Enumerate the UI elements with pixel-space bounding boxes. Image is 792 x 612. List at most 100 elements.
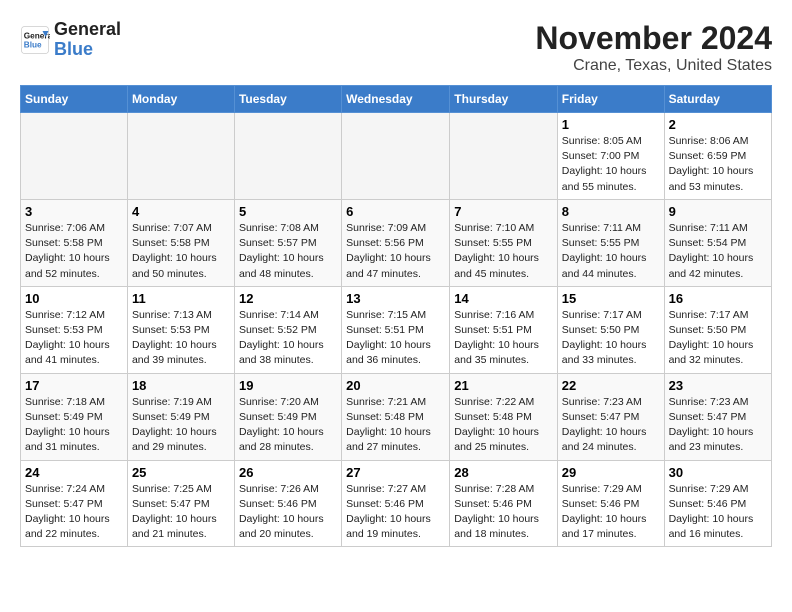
weekday-header: Monday [127, 86, 234, 113]
day-info: Sunrise: 7:20 AM Sunset: 5:49 PM Dayligh… [239, 395, 337, 456]
calendar-cell: 27Sunrise: 7:27 AM Sunset: 5:46 PM Dayli… [342, 460, 450, 547]
day-number: 16 [669, 291, 767, 306]
day-info: Sunrise: 7:25 AM Sunset: 5:47 PM Dayligh… [132, 482, 230, 543]
calendar-week-row: 10 Sunrise: 7:12 AM Sunset: 5:53 PM Dayli… [21, 286, 772, 373]
calendar-cell [234, 113, 341, 200]
day-number: 5 [239, 204, 337, 219]
calendar-cell: 18 Sunrise: 7:19 AM Sunset: 5:49 PM Dayli… [127, 373, 234, 460]
logo: General Blue General Blue [20, 20, 121, 60]
calendar-cell: 24Sunrise: 7:24 AM Sunset: 5:47 PM Dayli… [21, 460, 128, 547]
day-number: 10 [25, 291, 123, 306]
day-info: Sunrise: 7:12 AM Sunset: 5:53 PM Dayligh… [25, 308, 123, 369]
calendar-cell: 21Sunrise: 7:22 AM Sunset: 5:48 PM Dayli… [450, 373, 558, 460]
calendar-cell: 17 Sunrise: 7:18 AM Sunset: 5:49 PM Dayli… [21, 373, 128, 460]
weekday-header: Sunday [21, 86, 128, 113]
weekday-header: Thursday [450, 86, 558, 113]
day-info: Sunrise: 7:14 AM Sunset: 5:52 PM Dayligh… [239, 308, 337, 369]
location: Crane, Texas, United States [535, 57, 772, 75]
calendar-cell [21, 113, 128, 200]
calendar-cell: 22 Sunrise: 7:23 AM Sunset: 5:47 PM Dayli… [557, 373, 664, 460]
calendar-cell: 25 Sunrise: 7:25 AM Sunset: 5:47 PM Dayli… [127, 460, 234, 547]
calendar-week-row: 24Sunrise: 7:24 AM Sunset: 5:47 PM Dayli… [21, 460, 772, 547]
calendar-cell [127, 113, 234, 200]
day-number: 17 [25, 378, 123, 393]
day-number: 6 [346, 204, 445, 219]
day-info: Sunrise: 7:08 AM Sunset: 5:57 PM Dayligh… [239, 221, 337, 282]
weekday-header: Saturday [664, 86, 771, 113]
day-number: 11 [132, 291, 230, 306]
day-info: Sunrise: 7:15 AM Sunset: 5:51 PM Dayligh… [346, 308, 445, 369]
day-number: 2 [669, 117, 767, 132]
calendar-cell: 3Sunrise: 7:06 AM Sunset: 5:58 PM Daylig… [21, 199, 128, 286]
page-header: General Blue General Blue November 2024 … [20, 20, 772, 75]
calendar-cell: 14Sunrise: 7:16 AM Sunset: 5:51 PM Dayli… [450, 286, 558, 373]
day-info: Sunrise: 7:26 AM Sunset: 5:46 PM Dayligh… [239, 482, 337, 543]
day-info: Sunrise: 7:13 AM Sunset: 5:53 PM Dayligh… [132, 308, 230, 369]
month-title: November 2024 [535, 20, 772, 57]
day-info: Sunrise: 7:17 AM Sunset: 5:50 PM Dayligh… [562, 308, 660, 369]
day-number: 25 [132, 465, 230, 480]
title-area: November 2024 Crane, Texas, United State… [535, 20, 772, 75]
day-number: 24 [25, 465, 123, 480]
calendar-cell: 6 Sunrise: 7:09 AM Sunset: 5:56 PM Daylig… [342, 199, 450, 286]
day-number: 8 [562, 204, 660, 219]
calendar-table: SundayMondayTuesdayWednesdayThursdayFrid… [20, 85, 772, 547]
weekday-header: Friday [557, 86, 664, 113]
calendar-cell: 1Sunrise: 8:05 AM Sunset: 7:00 PM Daylig… [557, 113, 664, 200]
calendar-cell [450, 113, 558, 200]
calendar-cell: 16Sunrise: 7:17 AM Sunset: 5:50 PM Dayli… [664, 286, 771, 373]
day-info: Sunrise: 7:16 AM Sunset: 5:51 PM Dayligh… [454, 308, 553, 369]
calendar-cell: 15 Sunrise: 7:17 AM Sunset: 5:50 PM Dayli… [557, 286, 664, 373]
calendar-week-row: 17 Sunrise: 7:18 AM Sunset: 5:49 PM Dayli… [21, 373, 772, 460]
day-number: 23 [669, 378, 767, 393]
logo-icon: General Blue [20, 25, 50, 55]
day-info: Sunrise: 7:21 AM Sunset: 5:48 PM Dayligh… [346, 395, 445, 456]
day-info: Sunrise: 7:18 AM Sunset: 5:49 PM Dayligh… [25, 395, 123, 456]
day-info: Sunrise: 7:27 AM Sunset: 5:46 PM Dayligh… [346, 482, 445, 543]
logo-blue: Blue [54, 40, 121, 60]
day-number: 19 [239, 378, 337, 393]
day-info: Sunrise: 7:10 AM Sunset: 5:55 PM Dayligh… [454, 221, 553, 282]
calendar-cell: 26 Sunrise: 7:26 AM Sunset: 5:46 PM Dayli… [234, 460, 341, 547]
day-info: Sunrise: 7:29 AM Sunset: 5:46 PM Dayligh… [562, 482, 660, 543]
day-info: Sunrise: 7:23 AM Sunset: 5:47 PM Dayligh… [669, 395, 767, 456]
day-number: 30 [669, 465, 767, 480]
calendar-cell: 12 Sunrise: 7:14 AM Sunset: 5:52 PM Dayli… [234, 286, 341, 373]
calendar-cell: 7Sunrise: 7:10 AM Sunset: 5:55 PM Daylig… [450, 199, 558, 286]
day-number: 18 [132, 378, 230, 393]
day-number: 3 [25, 204, 123, 219]
day-info: Sunrise: 7:07 AM Sunset: 5:58 PM Dayligh… [132, 221, 230, 282]
day-number: 12 [239, 291, 337, 306]
calendar-cell: 30Sunrise: 7:29 AM Sunset: 5:46 PM Dayli… [664, 460, 771, 547]
calendar-cell: 4 Sunrise: 7:07 AM Sunset: 5:58 PM Daylig… [127, 199, 234, 286]
day-number: 1 [562, 117, 660, 132]
day-info: Sunrise: 7:11 AM Sunset: 5:55 PM Dayligh… [562, 221, 660, 282]
day-number: 22 [562, 378, 660, 393]
calendar-cell: 19 Sunrise: 7:20 AM Sunset: 5:49 PM Dayli… [234, 373, 341, 460]
day-info: Sunrise: 7:23 AM Sunset: 5:47 PM Dayligh… [562, 395, 660, 456]
svg-text:Blue: Blue [24, 40, 42, 49]
calendar-cell: 28Sunrise: 7:28 AM Sunset: 5:46 PM Dayli… [450, 460, 558, 547]
day-number: 26 [239, 465, 337, 480]
logo-general: General [54, 20, 121, 40]
weekday-header: Tuesday [234, 86, 341, 113]
calendar-week-row: 1Sunrise: 8:05 AM Sunset: 7:00 PM Daylig… [21, 113, 772, 200]
day-info: Sunrise: 7:09 AM Sunset: 5:56 PM Dayligh… [346, 221, 445, 282]
day-number: 9 [669, 204, 767, 219]
calendar-cell: 11 Sunrise: 7:13 AM Sunset: 5:53 PM Dayli… [127, 286, 234, 373]
calendar-cell [342, 113, 450, 200]
calendar-cell: 8 Sunrise: 7:11 AM Sunset: 5:55 PM Daylig… [557, 199, 664, 286]
calendar-cell: 20Sunrise: 7:21 AM Sunset: 5:48 PM Dayli… [342, 373, 450, 460]
day-info: Sunrise: 8:06 AM Sunset: 6:59 PM Dayligh… [669, 134, 767, 195]
weekday-header-row: SundayMondayTuesdayWednesdayThursdayFrid… [21, 86, 772, 113]
day-number: 4 [132, 204, 230, 219]
day-info: Sunrise: 7:19 AM Sunset: 5:49 PM Dayligh… [132, 395, 230, 456]
calendar-cell: 5 Sunrise: 7:08 AM Sunset: 5:57 PM Daylig… [234, 199, 341, 286]
calendar-cell: 13 Sunrise: 7:15 AM Sunset: 5:51 PM Dayli… [342, 286, 450, 373]
calendar-cell: 23 Sunrise: 7:23 AM Sunset: 5:47 PM Dayli… [664, 373, 771, 460]
day-number: 15 [562, 291, 660, 306]
day-number: 28 [454, 465, 553, 480]
calendar-cell: 9Sunrise: 7:11 AM Sunset: 5:54 PM Daylig… [664, 199, 771, 286]
weekday-header: Wednesday [342, 86, 450, 113]
day-number: 13 [346, 291, 445, 306]
